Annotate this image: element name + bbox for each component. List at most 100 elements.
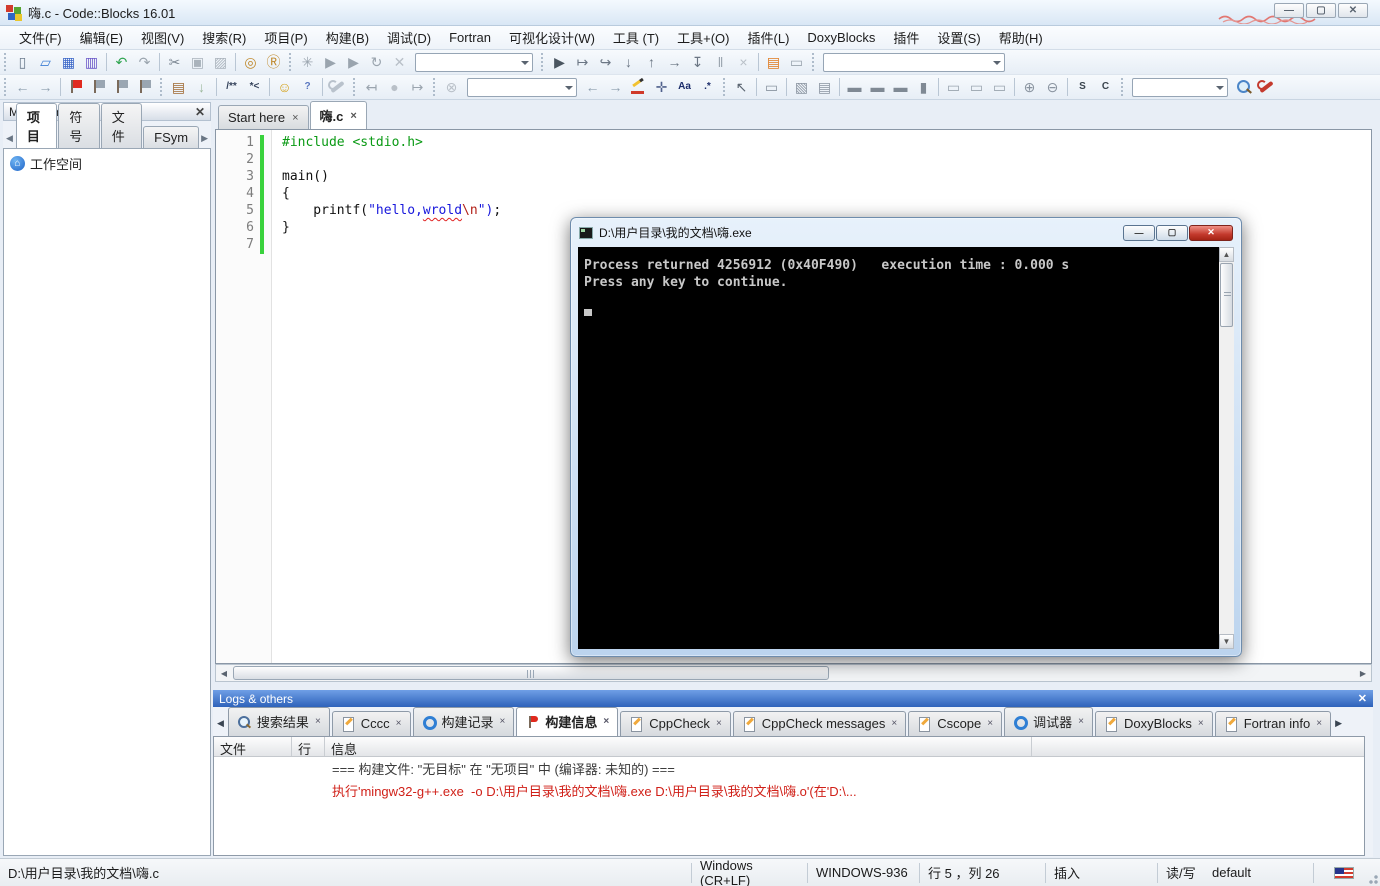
doxy-line-comment-icon[interactable]: *< — [243, 77, 266, 98]
wxs-pointer-icon[interactable]: ↖ — [730, 77, 753, 98]
logs-tabs-scroll-left-icon[interactable]: ◀ — [215, 718, 228, 736]
management-tab-项目[interactable]: 项目 — [15, 103, 58, 149]
wxs-panel4-icon[interactable]: ▮ — [912, 77, 935, 98]
step-into-instruction-icon[interactable]: ↧ — [686, 52, 709, 73]
record-dot-icon[interactable]: ● — [383, 77, 406, 98]
cscope-settings-icon[interactable] — [1255, 77, 1278, 98]
log-tab-Fortran info[interactable]: Fortran info × — [1214, 711, 1332, 736]
management-tabs-scroll-right-icon[interactable]: ▶ — [200, 133, 211, 148]
open-file-icon[interactable]: ▱ — [34, 52, 57, 73]
management-tabs-scroll-left-icon[interactable]: ◀ — [5, 133, 16, 148]
editor-tab-close-icon[interactable]: × — [350, 110, 356, 122]
management-tab-文件[interactable]: 文件 — [100, 103, 143, 148]
log-tab-CppCheck messages[interactable]: CppCheck messages × — [732, 711, 907, 736]
wxs-panel2-icon[interactable]: ▬ — [866, 77, 889, 98]
log-tab-调试器[interactable]: 调试器 × — [1004, 707, 1093, 736]
console-maximize-button[interactable]: ▢ — [1156, 224, 1188, 241]
resize-grip[interactable] — [1365, 871, 1378, 884]
cscope-combo[interactable] — [1132, 77, 1228, 97]
record-prev-icon[interactable]: ↤ — [360, 77, 383, 98]
highlight-occurrences-icon[interactable] — [627, 77, 650, 98]
doxy-wizard-icon[interactable]: ☺ — [273, 77, 296, 98]
log-tab-close-icon[interactable]: × — [1198, 718, 1204, 729]
log-row[interactable]: === 构建文件: "无目标" 在 "无项目" 中 (编译器: 未知的) === — [214, 757, 1364, 779]
window-minimize-button[interactable]: — — [1274, 3, 1304, 18]
new-file-icon[interactable]: ▯ — [11, 52, 34, 73]
console-title-bar[interactable]: D:\用户目录\我的文档\嗨.exe — ▢ ✕ — [571, 218, 1241, 247]
hscroll-thumb[interactable] — [233, 666, 829, 680]
prev-bookmark-icon[interactable] — [87, 77, 110, 98]
various-info-icon[interactable]: ▭ — [785, 52, 808, 73]
log-tab-构建信息[interactable]: 构建信息 × — [516, 707, 619, 736]
wxs-panel3-icon[interactable]: ▬ — [889, 77, 912, 98]
console-scroll-down-icon[interactable]: ▼ — [1219, 634, 1234, 649]
toggle-bookmark-icon[interactable] — [64, 77, 87, 98]
zoom-in-icon[interactable]: ⊕ — [1018, 77, 1041, 98]
copy-icon[interactable]: ▣ — [186, 52, 209, 73]
editor-tab-Start here[interactable]: Start here × — [218, 105, 309, 129]
log-tab-Cscope[interactable]: Cscope × — [908, 711, 1003, 736]
nav-forward-icon[interactable]: → — [34, 77, 57, 98]
menu-item-15[interactable]: 设置(S) — [928, 25, 989, 50]
menu-item-16[interactable]: 帮助(H) — [990, 25, 1052, 50]
menu-item-11[interactable]: 工具+(O) — [668, 25, 738, 50]
console-close-button[interactable]: ✕ — [1189, 224, 1233, 241]
menu-item-10[interactable]: 工具 (T) — [604, 25, 668, 50]
redo-icon[interactable]: ↷ — [133, 52, 156, 73]
menu-item-13[interactable]: DoxyBlocks — [798, 27, 884, 48]
incsearch-clear-icon[interactable]: ⊗ — [440, 77, 463, 98]
code-stats-icon[interactable]: ▤ — [167, 77, 190, 98]
management-tab-符号[interactable]: 符号 — [58, 103, 100, 148]
sizer-c-icon[interactable]: C — [1094, 77, 1117, 98]
hscroll-right-arrow-icon[interactable]: ▶ — [1355, 665, 1371, 681]
log-tab-close-icon[interactable]: × — [891, 718, 897, 729]
next-line-icon[interactable]: ↪ — [594, 52, 617, 73]
stop-debugger-icon[interactable]: × — [732, 52, 755, 73]
menu-item-7[interactable]: 调试(D) — [378, 25, 440, 50]
wxs-image2-icon[interactable]: ▤ — [813, 77, 836, 98]
console-scrollbar[interactable]: ▲ ▼ — [1219, 247, 1234, 649]
console-minimize-button[interactable]: — — [1123, 224, 1155, 241]
console-scroll-thumb[interactable] — [1220, 263, 1233, 327]
run-to-cursor-icon[interactable]: ↦ — [571, 52, 594, 73]
paste-icon[interactable]: ▨ — [209, 52, 232, 73]
menu-item-5[interactable]: 项目(P) — [255, 25, 316, 50]
run-script-icon[interactable]: ↓ — [190, 77, 213, 98]
log-tab-close-icon[interactable]: × — [987, 718, 993, 729]
find-icon[interactable]: ◎ — [239, 52, 262, 73]
log-tab-构建记录[interactable]: 构建记录 × — [412, 707, 515, 736]
debugging-windows-icon[interactable]: ▤ — [762, 52, 785, 73]
editor-tab-嗨.c[interactable]: 嗨.c × — [309, 101, 367, 130]
rebuild-icon[interactable]: ↻ — [365, 52, 388, 73]
record-next-icon[interactable]: ↦ — [406, 77, 429, 98]
next-instruction-icon[interactable]: → — [663, 52, 686, 73]
log-tab-close-icon[interactable]: × — [500, 716, 506, 727]
window-close-button[interactable]: ✕ — [1338, 3, 1368, 18]
log-tab-close-icon[interactable]: × — [603, 716, 609, 727]
nav-back-icon[interactable]: ← — [11, 77, 34, 98]
hscroll-left-arrow-icon[interactable]: ◀ — [216, 665, 232, 681]
logs-close-icon[interactable]: ✕ — [1358, 692, 1367, 705]
code-area[interactable]: #include <stdio.h> main() { printf("hello,… — [272, 130, 501, 663]
plugin-combo[interactable] — [823, 52, 1005, 72]
log-tab-close-icon[interactable]: × — [716, 718, 722, 729]
wxs-panel1-icon[interactable]: ▬ — [843, 77, 866, 98]
selected-to-anchor-icon[interactable]: ✛ — [650, 77, 673, 98]
menu-item-14[interactable]: 插件 — [884, 25, 928, 50]
menu-item-8[interactable]: Fortran — [440, 27, 500, 48]
menu-item-9[interactable]: 可视化设计(W) — [500, 25, 604, 50]
editor-horizontal-scrollbar[interactable]: ◀ ▶ — [215, 664, 1372, 682]
save-file-icon[interactable]: ▦ — [57, 52, 80, 73]
match-case-icon[interactable]: Aa — [673, 77, 696, 98]
incsearch-next-icon[interactable]: → — [604, 77, 627, 98]
window-maximize-button[interactable]: ▢ — [1306, 3, 1336, 18]
log-tab-close-icon[interactable]: × — [1316, 718, 1322, 729]
menu-item-3[interactable]: 视图(V) — [132, 25, 193, 50]
menu-item-2[interactable]: 编辑(E) — [71, 25, 132, 50]
management-tab-FSym[interactable]: FSym — [143, 126, 200, 148]
management-close-icon[interactable]: ✕ — [195, 105, 205, 119]
cscope-search-icon[interactable] — [1232, 77, 1255, 98]
abort-build-icon[interactable]: ✕ — [388, 52, 411, 73]
cut-icon[interactable]: ✂ — [163, 52, 186, 73]
menu-item-1[interactable]: 文件(F) — [10, 25, 71, 50]
